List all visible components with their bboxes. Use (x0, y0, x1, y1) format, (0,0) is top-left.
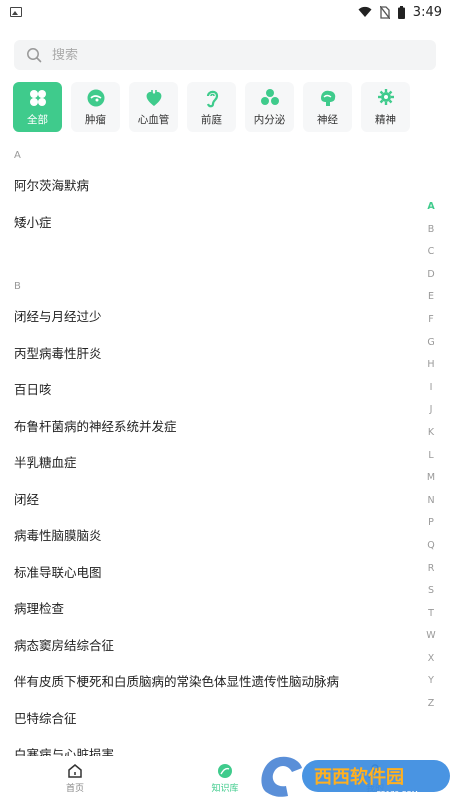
category-all[interactable]: 全部 (13, 82, 62, 132)
index-letter[interactable]: W (426, 625, 435, 648)
tumor-icon (87, 89, 104, 106)
grid-icon (29, 89, 46, 106)
index-letter[interactable]: H (427, 354, 434, 377)
section-header-a: A (14, 150, 21, 161)
index-letter[interactable]: S (428, 580, 434, 603)
endocrine-icon (260, 88, 279, 105)
index-letter[interactable]: T (428, 603, 434, 626)
index-letter[interactable]: J (430, 399, 433, 422)
search-bar[interactable] (14, 40, 436, 70)
no-sim-icon (379, 5, 390, 19)
list-item[interactable]: 丙型病毒性肝炎 (0, 336, 420, 373)
index-letter[interactable]: N (427, 490, 434, 513)
index-letter[interactable]: Y (428, 670, 434, 693)
index-letter[interactable]: X (428, 648, 435, 671)
search-input[interactable] (52, 47, 392, 63)
list-item[interactable]: 闭经与月经过少 (0, 299, 420, 336)
index-letter[interactable]: C (428, 241, 435, 264)
index-letter[interactable]: R (428, 558, 435, 581)
watermark-domain: CR173.COM (376, 790, 418, 798)
index-letter[interactable]: F (428, 309, 433, 332)
home-icon (68, 763, 82, 778)
list-item[interactable]: 矮小症 (0, 205, 420, 242)
nav-label: 知识库 (211, 783, 239, 794)
list-item[interactable]: 半乳糖血症 (0, 445, 420, 482)
watermark-text: 西西软件园 (314, 766, 404, 788)
index-letter[interactable]: M (427, 467, 435, 490)
list-item[interactable]: 病理检查 (0, 591, 420, 628)
index-letter[interactable]: E (428, 286, 434, 309)
category-tabs: 全部 肿瘤 心血管 前庭 内分泌 神经 精神 (13, 82, 450, 134)
category-label: 前庭 (201, 113, 222, 126)
heart-icon (146, 89, 161, 106)
index-letter[interactable]: D (427, 264, 434, 287)
index-letter[interactable]: K (428, 422, 434, 445)
category-endocrine[interactable]: 内分泌 (245, 82, 294, 132)
alphabet-index[interactable]: ABCDEFGHIJKLMNPQRSTWXYZ (420, 196, 442, 716)
category-label: 全部 (27, 113, 48, 126)
category-label: 肿瘤 (85, 113, 106, 126)
section-header-b: B (14, 281, 21, 292)
index-letter[interactable]: P (428, 512, 434, 535)
list-item[interactable]: 百日咳 (0, 372, 420, 409)
battery-icon (397, 5, 405, 19)
watermark-logo: 西西软件园 CR173.COM (261, 756, 450, 798)
category-label: 心血管 (137, 113, 170, 126)
category-label: 内分泌 (253, 113, 286, 126)
wifi-icon (358, 6, 372, 17)
index-letter[interactable]: B (428, 219, 435, 242)
index-letter[interactable]: A (427, 196, 434, 219)
knowledge-icon (218, 763, 232, 778)
ear-icon (206, 90, 218, 107)
category-psychiatry[interactable]: 精神 (361, 82, 410, 132)
image-notification-icon (10, 7, 22, 17)
nav-label: 首页 (65, 783, 84, 794)
list-item[interactable]: 病毒性脑膜脑炎 (0, 518, 420, 555)
list-item[interactable]: 伴有皮质下梗死和白质脑病的常染色体显性遗传性脑动脉病 (0, 664, 420, 701)
clock-time: 3:49 (412, 4, 442, 20)
category-label: 精神 (375, 113, 396, 126)
category-cardiovascular[interactable]: 心血管 (129, 82, 178, 132)
index-letter[interactable]: Z (428, 693, 435, 716)
category-tumor[interactable]: 肿瘤 (71, 82, 120, 132)
status-bar: 3:49 (0, 0, 450, 24)
index-letter[interactable]: L (428, 445, 433, 468)
brain-icon (320, 90, 335, 106)
list-item[interactable]: 布鲁杆菌病的神经系统并发症 (0, 409, 420, 446)
category-neurology[interactable]: 神经 (303, 82, 352, 132)
list-item[interactable]: 标准导联心电图 (0, 555, 420, 592)
search-icon (27, 48, 42, 63)
list-item[interactable]: 闭经 (0, 482, 420, 519)
index-letter[interactable]: Q (427, 535, 434, 558)
list-item[interactable]: 病态窦房结综合征 (0, 628, 420, 665)
list-item[interactable]: 巴特综合征 (0, 701, 420, 738)
psyche-icon (377, 88, 394, 105)
index-letter[interactable]: G (427, 332, 434, 355)
nav-tab-home[interactable]: 首页 (0, 756, 150, 800)
disease-list: A 阿尔茨海默病 矮小症 B 闭经与月经过少 丙型病毒性肝炎 百日咳 布鲁杆菌病… (0, 144, 420, 762)
index-letter[interactable]: I (430, 377, 433, 400)
list-item[interactable]: 阿尔茨海默病 (0, 168, 420, 205)
category-label: 神经 (317, 113, 338, 126)
category-vestibular[interactable]: 前庭 (187, 82, 236, 132)
